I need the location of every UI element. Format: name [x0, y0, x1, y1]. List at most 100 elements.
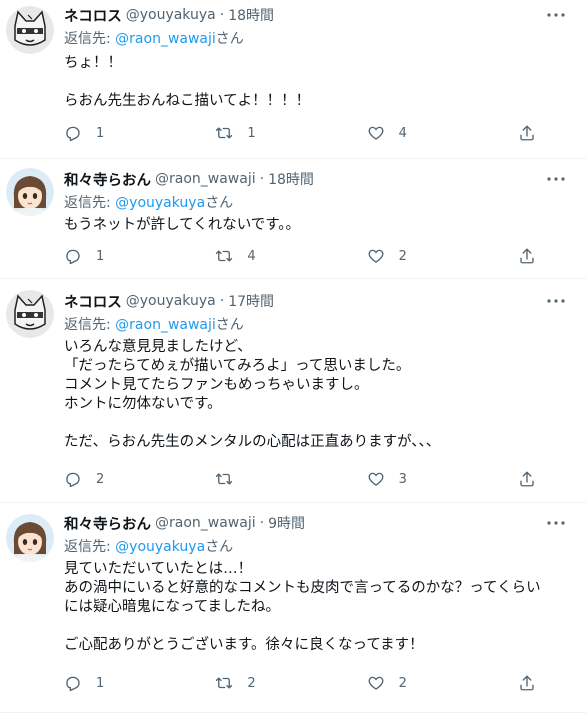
like-button[interactable]: 2 [367, 674, 427, 692]
tweet-actions: 1 4 2 [64, 245, 534, 267]
tweet-header: ネコロス @youyakuya · 17時間 [64, 290, 274, 312]
text-line: ご心配ありがとうございます。徐々に良くなってます！ [64, 637, 424, 653]
reply-prefix: 返信先: [64, 195, 116, 211]
mention-link[interactable]: @youyakuya [115, 539, 205, 555]
display-name[interactable]: 和々寺らおん [64, 169, 151, 190]
reply-suffix: さん [205, 195, 234, 211]
reply-suffix: さん [215, 317, 244, 333]
tweet-header: 和々寺らおん @raon_wawaji · 18時間 [64, 168, 314, 190]
share-button[interactable] [518, 470, 536, 488]
retweet-icon [216, 473, 233, 485]
share-icon [520, 248, 534, 264]
separator-dot: · [219, 293, 225, 309]
heart-icon [368, 126, 384, 140]
more-horizontal-icon [547, 299, 565, 303]
avatar[interactable] [6, 290, 54, 338]
tweet-actions: 1 1 4 [64, 122, 534, 144]
timestamp[interactable]: 18時間 [228, 5, 274, 25]
tweet-text: いろんな意見見ましたけど、 「だったらてめぇが描いてみろよ」って思いました。 コ… [64, 338, 574, 452]
more-horizontal-icon [547, 13, 565, 17]
like-count: 2 [398, 675, 407, 691]
text-line: 「だったらてめぇが描いてみろよ」って思いました。 [64, 358, 411, 374]
more-options-button[interactable] [544, 168, 568, 190]
like-count: 2 [398, 248, 407, 264]
like-button[interactable]: 4 [367, 124, 427, 142]
reply-count: 1 [96, 248, 105, 264]
display-name[interactable]: ネコロス [64, 5, 122, 26]
retweet-button[interactable]: 2 [215, 674, 275, 692]
retweet-button[interactable]: 1 [215, 124, 275, 142]
tweet[interactable]: 和々寺らおん @raon_wawaji · 18時間 返信先: @youyaku… [0, 168, 586, 274]
more-options-button[interactable] [544, 512, 568, 534]
text-line: コメント見てたらファンもめっちゃいますし。 [64, 377, 369, 393]
tweet[interactable]: ネコロス @youyakuya · 17時間 返信先: @raon_wawaji… [0, 290, 586, 498]
reply-count: 1 [96, 125, 105, 141]
divider [0, 158, 586, 159]
user-handle[interactable]: @raon_wawaji [155, 515, 256, 531]
reply-prefix: 返信先: [64, 31, 116, 47]
like-button[interactable]: 2 [367, 247, 427, 265]
text-line: もうネットが許してくれないです。。 [64, 217, 301, 233]
reply-prefix: 返信先: [64, 539, 116, 555]
share-icon [520, 125, 534, 141]
tweet-actions: 2 3 [64, 468, 534, 490]
replying-to: 返信先: @youyakuyaさん [64, 192, 233, 212]
user-handle[interactable]: @raon_wawaji [155, 171, 256, 187]
reply-count: 1 [96, 675, 105, 691]
like-count: 3 [398, 471, 407, 487]
text-line: らおん先生おんねこ描いてよ！！！！ [64, 93, 311, 109]
retweet-icon [216, 127, 233, 139]
tweet-text: 見ていただいていたとは…！ あの渦中にいると好意的なコメントも皮肉で言ってるのか… [64, 560, 574, 655]
user-handle[interactable]: @youyakuya [126, 7, 216, 23]
mention-link[interactable]: @raon_wawaji [115, 31, 216, 47]
text-line: あの渦中にいると好意的なコメントも皮肉で言ってるのかな？ってくらい [64, 580, 541, 596]
reply-button[interactable]: 1 [64, 124, 124, 142]
text-line: 見ていただいていたとは…！ [64, 561, 253, 577]
reply-icon [66, 472, 80, 488]
tweet-text: ちょ！！ らおん先生おんねこ描いてよ！！！！ [64, 54, 574, 111]
share-button[interactable] [518, 674, 536, 692]
share-button[interactable] [518, 247, 536, 265]
display-name[interactable]: ネコロス [64, 291, 122, 312]
reply-suffix: さん [205, 539, 234, 555]
anime-girl-avatar-icon [6, 168, 54, 216]
heart-icon [368, 249, 384, 263]
timestamp[interactable]: 18時間 [268, 169, 314, 189]
user-handle[interactable]: @youyakuya [126, 293, 216, 309]
heart-icon [368, 676, 384, 690]
avatar[interactable] [6, 168, 54, 216]
tweet[interactable]: 和々寺らおん @raon_wawaji · 9時間 返信先: @youyakuy… [0, 512, 586, 712]
mention-link[interactable]: @youyakuya [115, 195, 205, 211]
timestamp[interactable]: 9時間 [268, 513, 305, 533]
reply-button[interactable]: 1 [64, 674, 124, 692]
text-line: いろんな意見見ましたけど、 [64, 339, 252, 355]
retweet-button[interactable] [215, 470, 275, 488]
text-line: には疑心暗鬼になってましたね。 [64, 599, 281, 615]
reply-icon [66, 249, 80, 265]
share-button[interactable] [518, 124, 536, 142]
tweet-header: 和々寺らおん @raon_wawaji · 9時間 [64, 512, 305, 534]
share-icon [520, 471, 534, 487]
mention-link[interactable]: @raon_wawaji [115, 317, 216, 333]
divider [0, 278, 586, 279]
text-line [64, 617, 574, 636]
text-line [64, 414, 574, 433]
divider [0, 502, 586, 503]
timestamp[interactable]: 17時間 [228, 291, 274, 311]
separator-dot: · [219, 7, 225, 23]
tweet-text: もうネットが許してくれないです。。 [64, 216, 574, 235]
text-line: ホントに勿体ないです。 [64, 396, 222, 412]
reply-button[interactable]: 1 [64, 247, 124, 265]
avatar[interactable] [6, 6, 54, 54]
reply-button[interactable]: 2 [64, 470, 124, 488]
tweet[interactable]: ネコロス @youyakuya · 18時間 返信先: @raon_wawaji… [0, 4, 586, 156]
retweet-button[interactable]: 4 [215, 247, 275, 265]
like-button[interactable]: 3 [367, 470, 427, 488]
more-options-button[interactable] [544, 290, 568, 312]
display-name[interactable]: 和々寺らおん [64, 513, 151, 534]
reply-icon [66, 676, 80, 692]
retweet-count: 4 [247, 248, 256, 264]
avatar[interactable] [6, 514, 54, 562]
separator-dot: · [259, 515, 265, 531]
more-options-button[interactable] [544, 4, 568, 26]
